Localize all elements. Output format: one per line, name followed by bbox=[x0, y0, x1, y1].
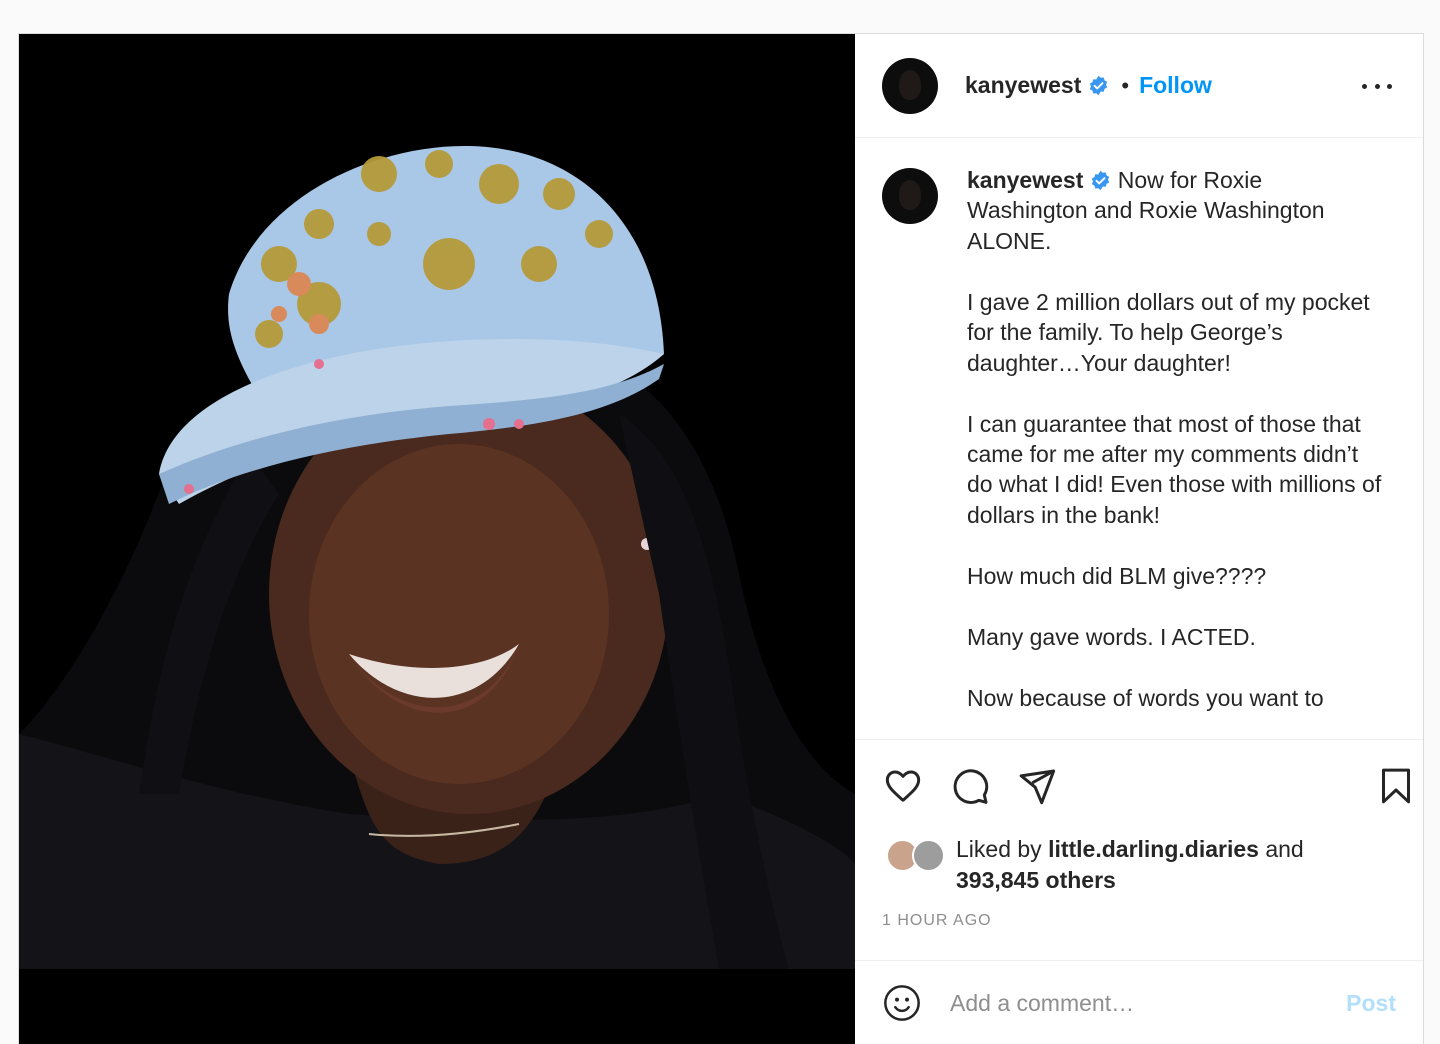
liker-username[interactable]: little.darling.diaries bbox=[1048, 836, 1259, 862]
post-comment-button[interactable]: Post bbox=[1346, 990, 1396, 1017]
caption-paragraph: I can guarantee that most of those that … bbox=[967, 410, 1382, 528]
post-timestamp[interactable]: 1 HOUR AGO bbox=[882, 912, 992, 930]
post-side-panel: kanyewest • Follow kanyewest Now for Rox… bbox=[855, 34, 1423, 1044]
verified-badge-icon bbox=[1090, 75, 1108, 96]
liker-avatar[interactable] bbox=[912, 839, 945, 872]
likes-connector: and bbox=[1258, 836, 1304, 862]
actions-area: Liked by little.darling.diaries and 393,… bbox=[855, 739, 1423, 960]
author-avatar[interactable] bbox=[882, 57, 938, 114]
bookmark-icon[interactable] bbox=[1376, 766, 1416, 806]
author-username-text[interactable]: kanyewest bbox=[965, 72, 1081, 98]
caption-paragraph: Many gave words. I ACTED. bbox=[967, 623, 1256, 650]
smiley-icon[interactable] bbox=[882, 983, 922, 1023]
instagram-post: kanyewest • Follow kanyewest Now for Rox… bbox=[18, 33, 1424, 1044]
likes-count[interactable]: 393,845 others bbox=[956, 867, 1116, 893]
caption-paragraph: I gave 2 million dollars out of my pocke… bbox=[967, 288, 1370, 376]
separator-dot: • bbox=[1121, 72, 1130, 98]
paper-plane-icon[interactable] bbox=[1017, 766, 1057, 806]
post-photo[interactable] bbox=[19, 34, 855, 969]
author-username[interactable]: kanyewest bbox=[965, 72, 1109, 99]
verified-badge-icon bbox=[1092, 170, 1110, 191]
caption-paragraph: Now because of words you want to bbox=[967, 684, 1324, 711]
caption-text: kanyewest Now for Roxie Washington and R… bbox=[967, 165, 1387, 713]
comment-bar: Post bbox=[855, 960, 1423, 1044]
caption-paragraph: How much did BLM give???? bbox=[967, 562, 1267, 589]
post-header: kanyewest • Follow bbox=[855, 34, 1423, 138]
comment-bubble-icon[interactable] bbox=[950, 766, 990, 806]
caption-area[interactable]: kanyewest Now for Roxie Washington and R… bbox=[855, 139, 1423, 739]
post-media[interactable] bbox=[19, 34, 855, 1044]
more-options-icon[interactable] bbox=[1362, 72, 1392, 100]
comment-input[interactable] bbox=[950, 989, 1320, 1017]
likes-text: Liked by little.darling.diaries and 393,… bbox=[956, 834, 1396, 895]
liker-avatars[interactable] bbox=[886, 839, 956, 873]
follow-button[interactable]: Follow bbox=[1139, 72, 1212, 99]
likes-prefix: Liked by bbox=[956, 836, 1049, 862]
caption-username[interactable]: kanyewest bbox=[967, 167, 1083, 193]
portrait-photo bbox=[19, 34, 855, 969]
heart-icon[interactable] bbox=[883, 766, 923, 806]
caption-author-avatar[interactable] bbox=[882, 168, 938, 224]
